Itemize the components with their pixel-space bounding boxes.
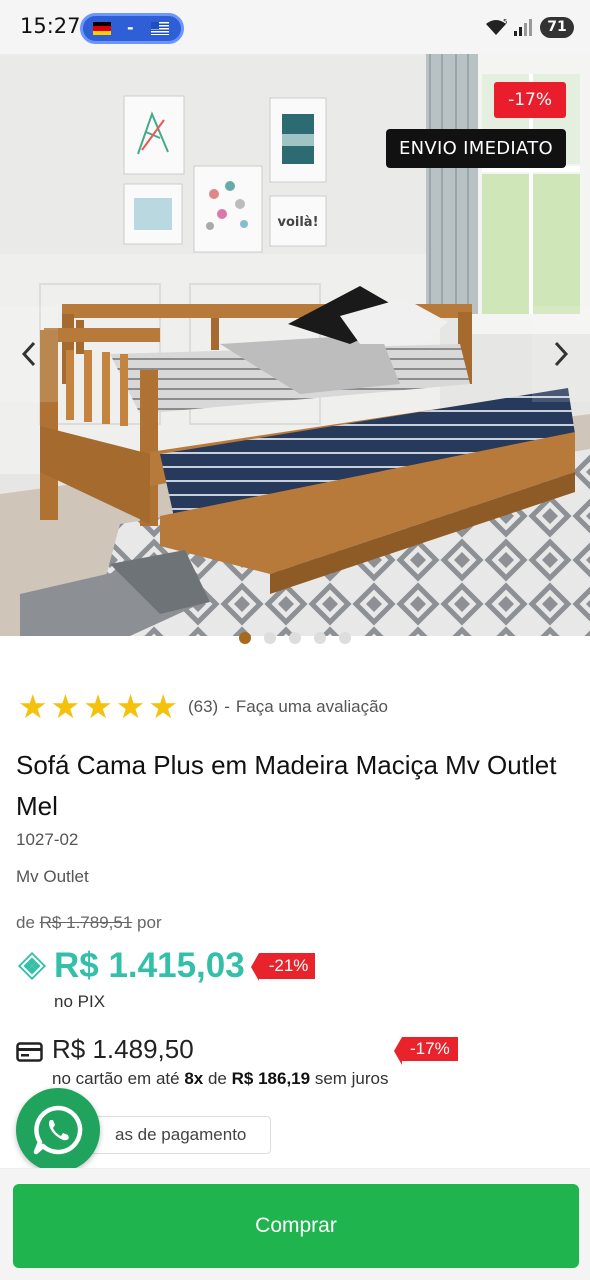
installments-middle: de xyxy=(207,1069,227,1088)
chevron-left-icon xyxy=(21,341,36,367)
installments-info: no cartão em até 8x de R$ 186,19 sem jur… xyxy=(52,1069,389,1089)
installments-suffix: sem juros xyxy=(314,1069,389,1088)
installments-value: R$ 186,19 xyxy=(231,1069,311,1088)
flag-greece-icon xyxy=(151,22,169,35)
old-price: R$ 1.789,51 xyxy=(39,913,133,932)
product-title: Sofá Cama Plus em Madeira Maciça Mv Outl… xyxy=(16,750,557,821)
installments-prefix: no cartão em até xyxy=(52,1069,180,1088)
signal-icon xyxy=(514,19,532,36)
write-review-link[interactable]: Faça uma avaliação xyxy=(236,697,388,717)
gallery-dot[interactable] xyxy=(339,632,351,644)
rating-row: ★ ★ ★ ★ ★ (63) - Faça uma avaliação xyxy=(18,690,388,724)
flag-germany-icon xyxy=(93,22,111,35)
battery-icon: 71 xyxy=(540,17,574,38)
translator-pill[interactable]: - xyxy=(80,13,184,44)
whatsapp-icon xyxy=(33,1105,83,1155)
card-price-row: R$ 1.489,50 -17% xyxy=(16,1034,458,1066)
card-price: R$ 1.489,50 xyxy=(52,1034,194,1064)
star-icon: ★ xyxy=(83,687,113,726)
product-image-gallery[interactable]: voilà! -17% ENVIO IMEDIATO xyxy=(0,54,590,636)
old-price-suffix: por xyxy=(137,913,162,932)
status-time: 15:27 xyxy=(20,14,81,38)
product-brand[interactable]: Mv Outlet xyxy=(16,867,89,887)
wifi-icon: 5 xyxy=(486,18,507,35)
review-count[interactable]: (63) xyxy=(188,697,218,717)
old-price-prefix: de xyxy=(16,913,35,932)
star-icon: ★ xyxy=(148,687,178,726)
discount-badge: -17% xyxy=(494,82,566,118)
star-icon: ★ xyxy=(50,687,81,726)
gallery-pagination xyxy=(0,632,590,646)
previous-image-button[interactable] xyxy=(0,306,58,402)
pix-label: no PIX xyxy=(54,992,106,1011)
star-icon: ★ xyxy=(18,687,48,726)
rating-stars: ★ ★ ★ ★ ★ xyxy=(18,690,178,724)
gallery-dot[interactable] xyxy=(289,632,301,644)
next-image-button[interactable] xyxy=(532,306,590,402)
svg-text:5: 5 xyxy=(503,18,507,26)
card-discount-tag: -17% xyxy=(394,1037,458,1065)
pix-icon xyxy=(18,952,46,980)
gallery-dot[interactable] xyxy=(264,632,276,644)
gallery-dot[interactable] xyxy=(314,632,326,644)
pix-discount-tag: -21% xyxy=(250,953,316,981)
status-bar: 15:27 - 5 71 xyxy=(0,0,590,54)
product-sku: 1027-02 xyxy=(16,830,79,849)
old-price-line: de R$ 1.789,51 por xyxy=(16,913,162,933)
credit-card-icon xyxy=(16,1042,43,1062)
shipping-badge: ENVIO IMEDIATO xyxy=(385,129,566,168)
star-icon: ★ xyxy=(115,687,146,726)
poster-text: voilà! xyxy=(277,215,318,230)
whatsapp-button[interactable] xyxy=(16,1088,100,1172)
pix-price-row: R$ 1.415,03 -21% xyxy=(16,944,316,988)
installments-count: 8x xyxy=(184,1069,204,1088)
pix-price: R$ 1.415,03 xyxy=(54,946,245,985)
buy-button[interactable]: Comprar xyxy=(13,1184,579,1268)
gallery-dot[interactable] xyxy=(239,632,251,644)
translator-separator: - xyxy=(127,18,134,37)
rating-separator: - xyxy=(224,697,230,716)
chevron-right-icon xyxy=(554,341,569,367)
